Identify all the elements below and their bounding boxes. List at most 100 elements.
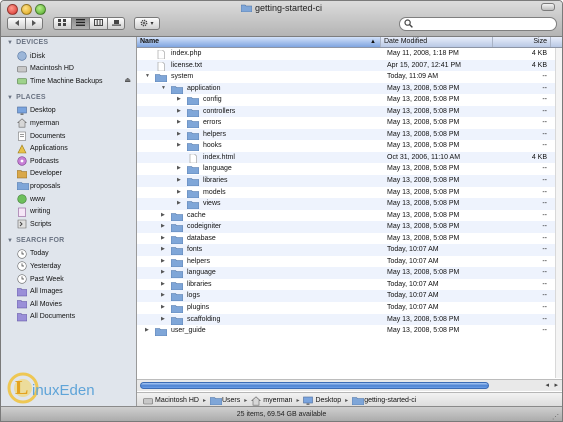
table-row[interactable]: ▶ views May 13, 2008, 5:08 PM -- <box>137 198 556 210</box>
sidebar-item-podcasts[interactable]: Podcasts <box>17 155 59 167</box>
disclosure-closed-icon[interactable]: ▶ <box>177 187 185 199</box>
table-row[interactable]: ▶ controllers May 13, 2008, 5:08 PM -- <box>137 105 556 118</box>
sidebar-item-label: writing <box>30 208 51 216</box>
icon-view-button[interactable] <box>53 17 71 30</box>
disclosure-closed-icon[interactable]: ▶ <box>145 325 153 337</box>
horizontal-scroll-thumb[interactable] <box>140 382 489 389</box>
table-row[interactable]: ▶ user_guide May 13, 2008, 5:08 PM -- <box>137 325 556 337</box>
horizontal-scrollbar[interactable]: ◂ ▸ <box>137 379 562 391</box>
disclosure-closed-icon[interactable]: ▶ <box>177 129 185 141</box>
sidebar-item-documents[interactable]: Documents <box>17 130 65 142</box>
disclosure-triangle-icon[interactable]: ▼ <box>7 40 13 46</box>
sidebar-item-yesterday[interactable]: Yesterday <box>17 260 61 272</box>
sidebar-item-today[interactable]: Today <box>17 248 49 260</box>
sidebar-item-myerman[interactable]: myerman <box>17 117 59 129</box>
path-item-users[interactable]: Users <box>209 396 240 406</box>
table-row[interactable]: ▼ application May 13, 2008, 5:08 PM -- <box>137 82 556 95</box>
forward-button[interactable] <box>25 17 43 30</box>
search-field[interactable] <box>399 17 557 31</box>
search-for-section-header[interactable]: ▼ SEARCH FOR <box>7 237 64 244</box>
disclosure-closed-icon[interactable]: ▶ <box>161 256 169 268</box>
coverflow-view-button[interactable] <box>107 17 125 30</box>
table-row[interactable]: license.txt Apr 15, 2007, 12:41 PM 4 KB <box>137 59 556 72</box>
sidebar-item-all-images[interactable]: All Images <box>16 286 63 298</box>
table-row[interactable]: index.html Oct 31, 2006, 11:10 AM 4 KB <box>137 151 556 164</box>
sidebar-item-developer[interactable]: Developer <box>16 168 62 180</box>
table-row[interactable]: ▶ errors May 13, 2008, 5:08 PM -- <box>137 117 556 129</box>
path-item-desktop[interactable]: Desktop <box>303 396 341 405</box>
disclosure-closed-icon[interactable]: ▶ <box>161 279 169 291</box>
sidebar-item-proposals[interactable]: proposals <box>16 180 60 192</box>
devices-section-header[interactable]: ▼ DEVICES <box>7 39 48 46</box>
back-button[interactable] <box>7 17 25 30</box>
table-row[interactable]: ▶ libraries May 13, 2008, 5:08 PM -- <box>137 175 556 187</box>
sidebar-item-all-movies[interactable]: All Movies <box>16 298 62 310</box>
disclosure-closed-icon[interactable]: ▶ <box>177 117 185 129</box>
disclosure-closed-icon[interactable]: ▶ <box>161 233 169 245</box>
disclosure-closed-icon[interactable]: ▶ <box>177 106 185 118</box>
disclosure-closed-icon[interactable]: ▶ <box>161 267 169 279</box>
disclosure-open-icon[interactable]: ▼ <box>145 71 153 83</box>
disclosure-closed-icon[interactable]: ▶ <box>177 175 185 187</box>
table-row[interactable]: ▶ fonts Today, 10:07 AM -- <box>137 244 556 256</box>
disclosure-closed-icon[interactable]: ▶ <box>177 198 185 210</box>
table-row[interactable]: ▶ language May 13, 2008, 5:08 PM -- <box>137 163 556 175</box>
date-modified: Apr 15, 2007, 12:41 PM <box>387 61 461 69</box>
disclosure-closed-icon[interactable]: ▶ <box>177 163 185 175</box>
table-row[interactable]: ▼ system Today, 11:09 AM -- <box>137 71 556 83</box>
status-bar: 25 items, 69.54 GB available ⋰ <box>1 406 562 421</box>
disclosure-closed-icon[interactable]: ▶ <box>161 210 169 222</box>
disclosure-closed-icon[interactable]: ▶ <box>161 290 169 302</box>
column-view-button[interactable] <box>89 17 107 30</box>
table-row[interactable]: index.php May 11, 2008, 1:18 PM 4 KB <box>137 48 556 60</box>
disclosure-closed-icon[interactable]: ▶ <box>161 302 169 314</box>
table-row[interactable]: ▶ config May 13, 2008, 5:08 PM -- <box>137 94 556 106</box>
table-row[interactable]: ▶ logs Today, 10:07 AM -- <box>137 290 556 303</box>
toolbar-toggle-button[interactable] <box>541 3 555 11</box>
table-row[interactable]: ▶ libraries Today, 10:07 AM -- <box>137 279 556 291</box>
sidebar-item-applications[interactable]: Applications <box>17 143 68 155</box>
disclosure-closed-icon[interactable]: ▶ <box>161 221 169 233</box>
sidebar-item-scripts[interactable]: Scripts <box>17 218 51 230</box>
table-row[interactable]: ▶ codeigniter May 13, 2008, 5:08 PM -- <box>137 221 556 233</box>
disclosure-closed-icon[interactable]: ▶ <box>177 140 185 152</box>
sidebar-item-writing[interactable]: writing <box>17 206 50 218</box>
path-item-macintosh-hd[interactable]: Macintosh HD <box>143 396 199 405</box>
disclosure-triangle-icon[interactable]: ▼ <box>7 95 13 101</box>
size-column-header[interactable]: Size <box>493 37 551 47</box>
scroll-left-icon[interactable]: ◂ <box>545 381 549 389</box>
table-row[interactable]: ▶ cache May 13, 2008, 5:08 PM -- <box>137 210 556 222</box>
vertical-scrollbar[interactable] <box>555 48 562 378</box>
table-row[interactable]: ▶ scaffolding May 13, 2008, 5:08 PM -- <box>137 313 556 326</box>
table-row[interactable]: ▶ database May 13, 2008, 5:08 PM -- <box>137 233 556 245</box>
disclosure-closed-icon[interactable]: ▶ <box>161 244 169 256</box>
resize-grip-icon[interactable]: ⋰ <box>552 410 559 421</box>
table-row[interactable]: ▶ plugins Today, 10:07 AM -- <box>137 302 556 314</box>
file-size: -- <box>542 211 547 219</box>
sidebar-item-www[interactable]: www <box>17 193 45 205</box>
table-row[interactable]: ▶ helpers May 13, 2008, 5:08 PM -- <box>137 128 556 141</box>
action-menu-button[interactable]: ▾ <box>134 17 160 30</box>
disclosure-closed-icon[interactable]: ▶ <box>177 94 185 106</box>
table-row[interactable]: ▶ models May 13, 2008, 5:08 PM -- <box>137 187 556 199</box>
list-view-button[interactable] <box>71 17 89 30</box>
table-row[interactable]: ▶ hooks May 13, 2008, 5:08 PM -- <box>137 140 556 152</box>
sidebar-item-desktop[interactable]: Desktop <box>17 105 56 117</box>
sidebar-item-all-documents[interactable]: All Documents <box>16 311 75 323</box>
sidebar-item-time-machine-backups[interactable]: Time Machine Backups <box>17 75 103 87</box>
name-column-header[interactable]: Name ▲ <box>137 37 381 47</box>
disclosure-open-icon[interactable]: ▼ <box>161 83 169 95</box>
disclosure-triangle-icon[interactable]: ▼ <box>7 238 13 244</box>
sidebar-item-idisk[interactable]: iDisk <box>17 50 45 62</box>
table-row[interactable]: ▶ language May 13, 2008, 5:08 PM -- <box>137 267 556 279</box>
places-section-header[interactable]: ▼ PLACES <box>7 94 46 101</box>
path-item-getting-started-ci[interactable]: getting-started-ci <box>351 396 416 406</box>
path-item-myerman[interactable]: myerman <box>251 396 292 406</box>
table-row[interactable]: ▶ helpers Today, 10:07 AM -- <box>137 256 556 268</box>
eject-icon[interactable]: ⏏ <box>124 76 131 84</box>
disclosure-closed-icon[interactable]: ▶ <box>161 314 169 326</box>
sidebar-item-past-week[interactable]: Past Week <box>17 273 64 285</box>
scroll-right-icon[interactable]: ▸ <box>554 381 558 389</box>
sidebar-item-macintosh-hd[interactable]: Macintosh HD <box>17 63 74 75</box>
date-column-header[interactable]: Date Modified <box>381 37 493 47</box>
